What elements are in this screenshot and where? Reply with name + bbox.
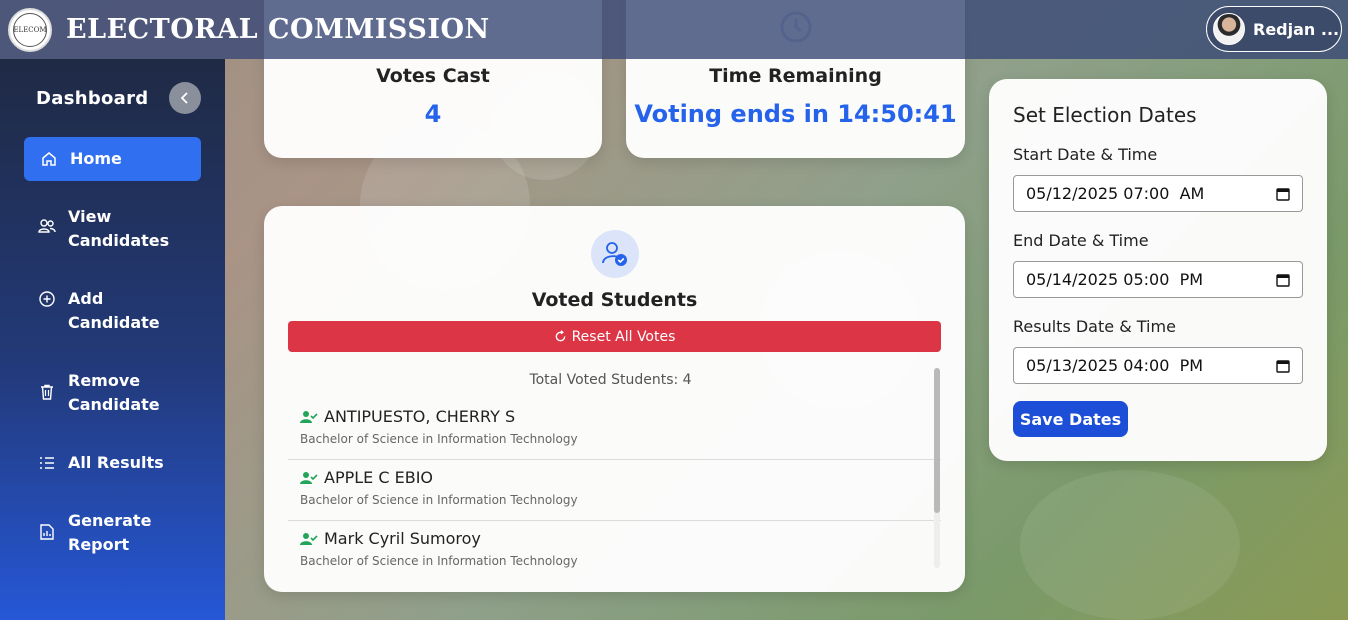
votes-cast-value: 4 bbox=[424, 100, 442, 128]
background-bokeh bbox=[1020, 470, 1240, 620]
end-date-label: End Date & Time bbox=[1013, 231, 1149, 250]
list-icon bbox=[38, 454, 56, 472]
voted-students-title: Voted Students bbox=[531, 289, 698, 311]
countdown-value: Voting ends in 14:50:41 bbox=[634, 100, 957, 128]
trash-icon bbox=[38, 383, 56, 401]
top-header: ELECOM ELECTORAL COMMISSION Redjan ... bbox=[0, 0, 1348, 59]
report-icon bbox=[38, 523, 56, 541]
start-date-input[interactable]: 05/12/2025 07:00 AM bbox=[1013, 175, 1303, 212]
sidebar-title: Dashboard bbox=[36, 87, 149, 109]
refresh-icon bbox=[555, 330, 565, 342]
sidebar-item-label: All Results bbox=[68, 453, 164, 472]
sidebar-item-home[interactable]: Home bbox=[24, 137, 201, 181]
home-icon bbox=[40, 150, 58, 168]
end-date-value: 05/14/2025 05:00 PM bbox=[1026, 270, 1204, 289]
plus-circle-icon bbox=[38, 290, 56, 308]
user-menu-button[interactable]: Redjan ... bbox=[1206, 6, 1342, 52]
list-item: APPLE C EBIO Bachelor of Science in Info… bbox=[288, 460, 941, 521]
votes-cast-title: Votes Cast bbox=[376, 65, 490, 87]
reset-all-votes-button[interactable]: Reset All Votes bbox=[288, 321, 941, 352]
total-voted-label: Total Voted Students: 4 bbox=[529, 372, 692, 388]
list-scrollbar[interactable] bbox=[934, 368, 940, 568]
sidebar-item-label: Generate bbox=[68, 511, 152, 530]
sidebar-item-generate-report[interactable]: Generate Report bbox=[24, 499, 201, 567]
calendar-icon[interactable] bbox=[1276, 359, 1290, 373]
time-remaining-title: Time Remaining bbox=[709, 65, 882, 87]
logo-text: ELECOM bbox=[13, 12, 47, 47]
brand-title: ELECTORAL COMMISSION bbox=[66, 14, 490, 45]
avatar bbox=[1213, 13, 1245, 45]
student-course: Bachelor of Science in Information Techn… bbox=[300, 432, 578, 446]
election-dates-card: Set Election Dates Start Date & Time 05/… bbox=[989, 79, 1327, 461]
student-course: Bachelor of Science in Information Techn… bbox=[300, 554, 578, 568]
user-name: Redjan ... bbox=[1253, 19, 1340, 39]
collapse-sidebar-button[interactable] bbox=[169, 82, 201, 114]
list-item: ANTIPUESTO, CHERRY S Bachelor of Science… bbox=[288, 399, 941, 460]
sidebar-item-label: Home bbox=[70, 149, 122, 168]
list-item: Mark Cyril Sumoroy Bachelor of Science i… bbox=[288, 521, 941, 568]
results-date-value: 05/13/2025 04:00 PM bbox=[1026, 356, 1204, 375]
end-date-input[interactable]: 05/14/2025 05:00 PM bbox=[1013, 261, 1303, 298]
sidebar-item-all-results[interactable]: All Results bbox=[24, 441, 201, 485]
sidebar-item-add-candidate[interactable]: Add Candidate bbox=[24, 277, 201, 345]
voted-students-list[interactable]: ANTIPUESTO, CHERRY S Bachelor of Science… bbox=[288, 399, 941, 568]
reset-all-votes-label: Reset All Votes bbox=[571, 328, 676, 345]
student-name: APPLE C EBIO bbox=[324, 468, 434, 487]
sidebar-item-label: Candidate bbox=[68, 313, 160, 332]
results-date-input[interactable]: 05/13/2025 04:00 PM bbox=[1013, 347, 1303, 384]
sidebar-item-label: Candidate bbox=[68, 395, 160, 414]
user-check-icon bbox=[300, 532, 318, 545]
user-check-icon bbox=[300, 471, 318, 484]
start-date-value: 05/12/2025 07:00 AM bbox=[1026, 184, 1205, 203]
student-name: ANTIPUESTO, CHERRY S bbox=[324, 407, 516, 426]
sidebar: Dashboard Home View Candidates Add Candi… bbox=[0, 59, 225, 620]
sidebar-item-label: Report bbox=[68, 535, 130, 554]
election-dates-title: Set Election Dates bbox=[1013, 103, 1197, 127]
voted-students-card: Voted Students Reset All Votes Total Vot… bbox=[264, 206, 965, 592]
commission-logo: ELECOM bbox=[8, 7, 52, 52]
chevron-left-icon bbox=[180, 92, 188, 104]
student-course: Bachelor of Science in Information Techn… bbox=[300, 493, 578, 507]
calendar-icon[interactable] bbox=[1276, 187, 1290, 201]
sidebar-item-label: Candidates bbox=[68, 231, 170, 250]
calendar-icon[interactable] bbox=[1276, 273, 1290, 287]
users-icon bbox=[38, 217, 56, 235]
sidebar-item-view-candidates[interactable]: View Candidates bbox=[24, 195, 201, 263]
scrollbar-thumb[interactable] bbox=[934, 368, 940, 513]
start-date-label: Start Date & Time bbox=[1013, 145, 1158, 164]
user-check-icon bbox=[590, 230, 639, 278]
sidebar-item-label: Remove bbox=[68, 371, 141, 390]
student-name: Mark Cyril Sumoroy bbox=[324, 529, 481, 548]
sidebar-item-label: View bbox=[68, 207, 112, 226]
sidebar-item-label: Add bbox=[68, 289, 104, 308]
save-dates-button[interactable]: Save Dates bbox=[1013, 401, 1128, 437]
sidebar-item-remove-candidate[interactable]: Remove Candidate bbox=[24, 359, 201, 427]
results-date-label: Results Date & Time bbox=[1013, 317, 1176, 336]
user-check-icon bbox=[300, 410, 318, 423]
